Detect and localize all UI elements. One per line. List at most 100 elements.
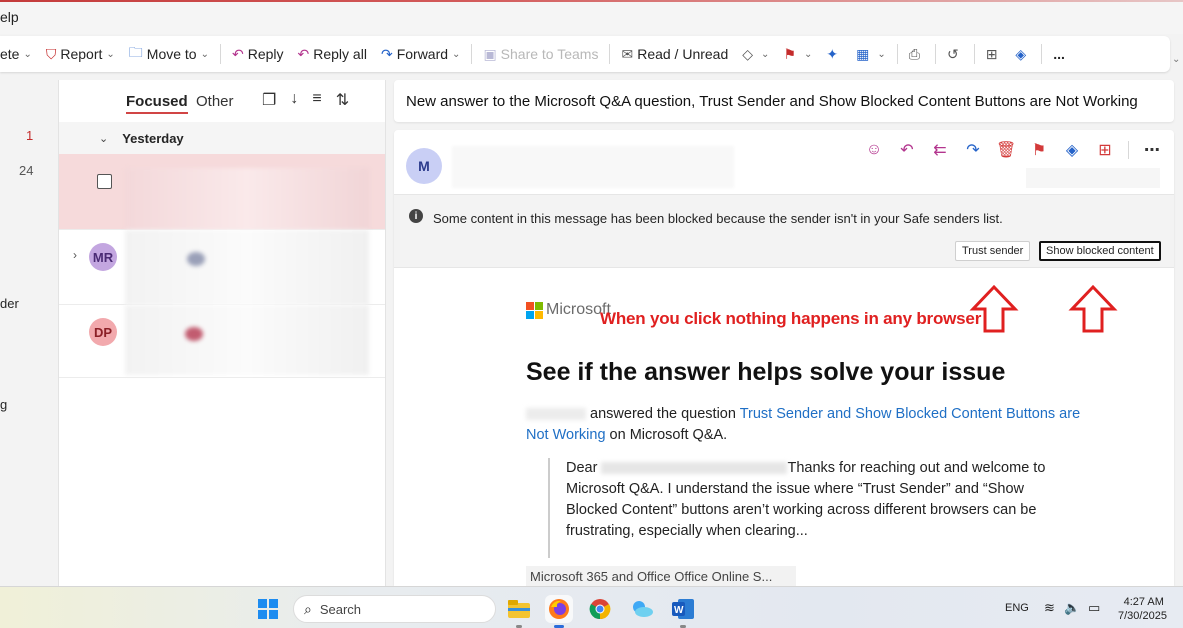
apps-button[interactable]: ⊞	[979, 36, 1009, 72]
flag-button[interactable]: ⚑ ⌄	[776, 36, 819, 72]
windows-taskbar: ⌕ Search W ENG ≋ 🔈 ▭ 4:27 AM 7/30/2025	[0, 586, 1183, 628]
delete-icon[interactable]: 🗑	[996, 140, 1016, 160]
chevron-right-icon[interactable]: ›	[73, 248, 77, 262]
select-icon[interactable]: ❐	[262, 90, 276, 110]
tab-focused[interactable]: Focused	[126, 93, 188, 114]
divider	[471, 44, 473, 64]
show-blocked-content-button[interactable]: Show blocked content	[1039, 241, 1161, 261]
trust-sender-button[interactable]: Trust sender	[955, 241, 1031, 261]
ribbon-collapse-chevron-icon[interactable]: ⌄	[1172, 54, 1180, 65]
filter-icon[interactable]: ≡	[312, 90, 321, 110]
shield-icon: ⛉	[45, 45, 57, 62]
categorize-button[interactable]: ◇ ⌄	[735, 36, 776, 72]
list-item[interactable]: DP	[59, 305, 385, 378]
redacted-date	[1026, 168, 1160, 188]
sort-icon[interactable]: ⇅	[336, 90, 349, 110]
email-body: Microsoft When you click nothing happens…	[394, 268, 1174, 586]
annotation-arrow-up-icon	[969, 284, 1019, 333]
undo-button[interactable]: ↺	[940, 36, 970, 72]
reply-icon[interactable]: ↶	[897, 140, 917, 160]
select-checkbox[interactable]	[97, 174, 112, 189]
volume-icon[interactable]: 🔈	[1064, 600, 1080, 616]
annotation-arrow-up-icon	[1068, 284, 1118, 333]
windows-start-icon[interactable]	[258, 599, 278, 619]
reply-icon: ↶	[231, 45, 244, 62]
reply-all-label: Reply all	[313, 46, 367, 62]
reply-all-icon[interactable]: ⇇	[930, 140, 950, 160]
chevron-down-icon[interactable]: ⌄	[99, 132, 108, 145]
divider	[896, 44, 898, 64]
firefox-icon[interactable]	[545, 595, 573, 628]
email-card: M ☺ ↶ ⇇ ↷ 🗑 ⚑ ◈ ⊞ ⋯ i Some content in th…	[394, 130, 1174, 586]
chevron-down-icon[interactable]: ⌄	[201, 49, 209, 60]
jump-to-icon[interactable]: ↓	[290, 90, 298, 110]
folder-label-fragment[interactable]: der	[0, 296, 19, 311]
wifi-icon[interactable]: ≋	[1044, 600, 1055, 616]
list-item[interactable]: › MR	[59, 230, 385, 305]
sender-avatar[interactable]: M	[406, 148, 442, 184]
forward-icon[interactable]: ↷	[963, 140, 983, 160]
more-label: ...	[1053, 46, 1065, 62]
chrome-icon[interactable]	[586, 595, 614, 623]
viva-insights-button[interactable]: ◈	[1008, 36, 1037, 72]
chevron-down-icon[interactable]: ⌄	[804, 49, 812, 60]
folder-move-icon: 🗀	[128, 44, 143, 60]
reply-all-button[interactable]: ↶ Reply all	[291, 36, 374, 72]
answer-quote: Dear Thanks for reaching out and welcome…	[548, 458, 1068, 558]
chevron-down-icon[interactable]: ⌄	[106, 49, 114, 60]
reply-button[interactable]: ↶ Reply	[225, 36, 291, 72]
message-list-header: Focused Other ❐ ↓ ≡ ⇅	[59, 80, 385, 122]
forward-button[interactable]: ↷ Forward ⌄	[374, 36, 467, 72]
chevron-down-icon[interactable]: ⌄	[877, 49, 885, 60]
taskbar-search-box[interactable]: ⌕ Search	[293, 595, 496, 623]
redacted-sender	[452, 146, 734, 188]
list-item[interactable]	[59, 154, 385, 230]
delete-button[interactable]: ete ⌄	[0, 36, 39, 72]
calendar-clock-icon: ▦	[856, 45, 870, 62]
redacted-name	[526, 408, 586, 421]
pin-button[interactable]: ✦	[819, 36, 849, 72]
clock-time: 4:27 AM	[1123, 596, 1164, 608]
microsoft-logo-icon	[526, 302, 543, 319]
system-clock[interactable]: 4:27 AM 7/30/2025	[1118, 595, 1167, 623]
chevron-down-icon[interactable]: ⌄	[452, 49, 460, 60]
title-bar: elp	[0, 0, 1183, 34]
share-to-teams-button[interactable]: ▣ Share to Teams	[476, 36, 605, 72]
read-unread-button[interactable]: ✉ Read / Unread	[614, 36, 735, 72]
more-options-button[interactable]: ...	[1046, 36, 1072, 72]
search-icon: ⌕	[304, 600, 312, 617]
more-actions-icon[interactable]: ⋯	[1142, 140, 1162, 160]
folder-label-fragment[interactable]: g	[0, 397, 7, 412]
print-button[interactable]: ⎙	[902, 36, 931, 72]
share-to-teams-label: Share to Teams	[500, 46, 599, 62]
weather-widget-icon[interactable]	[628, 595, 656, 623]
move-to-button[interactable]: 🗀 Move to ⌄	[122, 36, 216, 72]
flag-icon[interactable]: ⚑	[1029, 140, 1049, 160]
divider	[973, 44, 975, 64]
input-language[interactable]: ENG	[1005, 602, 1029, 614]
divider	[609, 44, 611, 64]
teams-icon: ▣	[483, 45, 497, 62]
move-to-label: Move to	[146, 46, 197, 62]
word-icon[interactable]: W	[669, 595, 697, 628]
pin-icon: ✦	[826, 45, 839, 62]
diamond-icon[interactable]: ◈	[1062, 140, 1082, 160]
apps-icon[interactable]: ⊞	[1095, 140, 1115, 160]
file-explorer-icon[interactable]	[505, 595, 533, 628]
emoji-react-icon[interactable]: ☺	[864, 141, 884, 159]
reading-pane: New answer to the Microsoft Q&A question…	[394, 80, 1174, 586]
chevron-down-icon[interactable]: ⌄	[761, 49, 769, 60]
group-header-yesterday[interactable]: ⌄ Yesterday	[59, 122, 385, 154]
envelope-open-icon: ✉	[621, 45, 634, 62]
redacted-name	[601, 462, 788, 475]
menu-help[interactable]: elp	[0, 9, 19, 25]
battery-icon[interactable]: ▭	[1088, 600, 1100, 616]
quote-salutation: Dear	[566, 460, 598, 476]
info-icon: i	[409, 209, 423, 223]
chevron-down-icon[interactable]: ⌄	[23, 49, 31, 60]
report-label: Report	[60, 46, 103, 62]
report-button[interactable]: ⛉ Report ⌄	[39, 36, 122, 72]
snooze-button[interactable]: ▦ ⌄	[849, 36, 893, 72]
folder-unread-count: 1	[26, 128, 34, 143]
tab-other[interactable]: Other	[196, 93, 234, 110]
